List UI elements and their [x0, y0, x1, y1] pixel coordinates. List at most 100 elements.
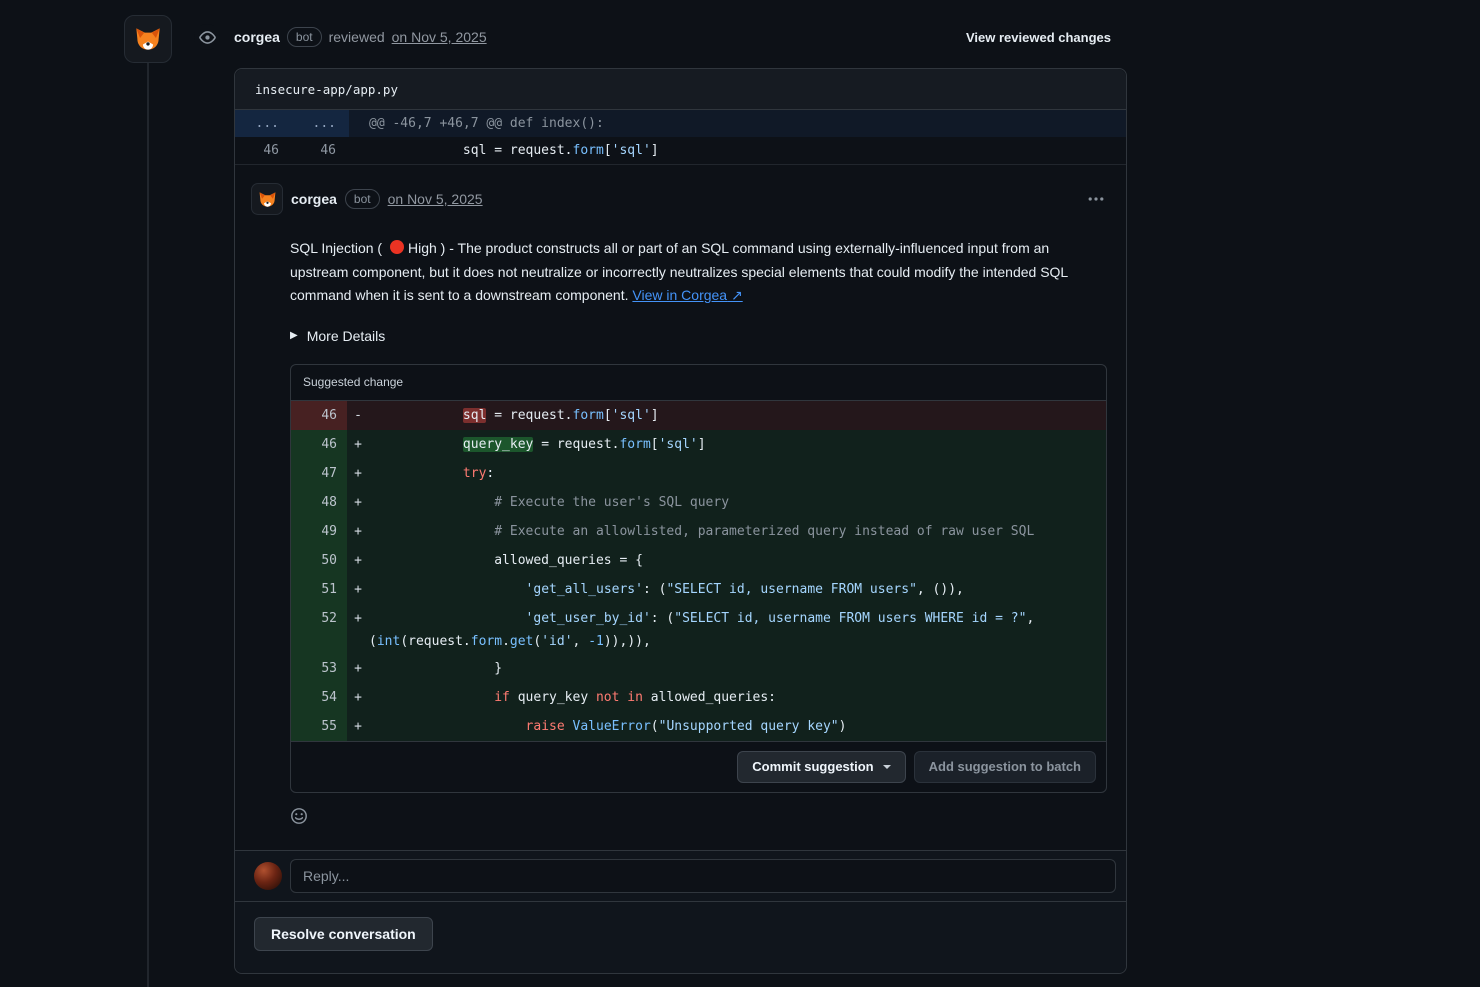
- code-token: not: [596, 690, 619, 705]
- external-link-arrow-icon: ↗: [731, 287, 743, 303]
- code-token: [369, 690, 494, 705]
- diff-sign: +: [347, 517, 369, 546]
- pr-review-thread: corgea bot reviewed on Nov 5, 2025 View …: [0, 0, 1480, 987]
- suggestion-line-46: 46+ query_key = request.form['sql']: [291, 430, 1106, 459]
- comment-header: corgea bot on Nov 5, 2025: [235, 183, 1126, 215]
- code-token: allowed_queries:: [643, 690, 776, 705]
- suggestion-line-number: 51: [291, 575, 347, 604]
- suggestion-code: try:: [369, 459, 1106, 488]
- old-line-number: ...: [235, 110, 292, 137]
- diff-sign: +: [347, 459, 369, 488]
- finding-title: SQL Injection (: [290, 240, 386, 256]
- suggestion-code: if query_key not in allowed_queries:: [369, 683, 1106, 712]
- suggestion-code: allowed_queries = {: [369, 546, 1106, 575]
- review-header: corgea bot reviewed on Nov 5, 2025: [234, 27, 487, 47]
- code-token: 'sql': [612, 143, 651, 158]
- code-token: [: [604, 408, 612, 423]
- diff-sign: -: [347, 401, 369, 430]
- old-line-number[interactable]: 46: [235, 137, 292, 164]
- code-token: , ()),: [917, 582, 964, 597]
- comment-author-avatar[interactable]: [251, 183, 283, 215]
- diff-sign: +: [347, 683, 369, 712]
- suggested-change-panel: Suggested change 46- sql = request.form[…: [290, 364, 1107, 793]
- reply-input[interactable]: [290, 859, 1116, 893]
- code-token: : (: [643, 582, 666, 597]
- suggestion-line-number: 55: [291, 712, 347, 741]
- comment-date-link[interactable]: on Nov 5, 2025: [388, 191, 483, 207]
- new-line-number[interactable]: 46: [292, 137, 349, 164]
- code-token: "SELECT id, username FROM users": [666, 582, 916, 597]
- suggestion-line-number: 53: [291, 654, 347, 683]
- diff-line-row: 4646 sql = request.form['sql']: [235, 137, 1126, 164]
- code-token: sql: [463, 408, 486, 423]
- code-token: ]: [651, 143, 659, 158]
- view-in-corgea-label: View in Corgea: [632, 287, 727, 303]
- code-token: 'get_user_by_id': [526, 611, 651, 626]
- diff-sign: +: [347, 488, 369, 517]
- code-token: form: [471, 634, 502, 649]
- suggestion-line-number: 46: [291, 401, 347, 430]
- eye-icon: [194, 24, 220, 50]
- resolve-conversation-button[interactable]: Resolve conversation: [254, 917, 433, 951]
- suggestion-line-number: [291, 633, 347, 654]
- code-token: "SELECT id, username FROM users WHERE id…: [674, 611, 1026, 626]
- code-token: form: [573, 408, 604, 423]
- suggestion-line-number: 47: [291, 459, 347, 488]
- suggestion-code: 'get_user_by_id': ("SELECT id, username …: [369, 604, 1106, 633]
- review-action-text: reviewed: [329, 29, 385, 45]
- diff-sign: [347, 633, 369, 654]
- code-token: [369, 466, 463, 481]
- emoji-reaction-button[interactable]: [290, 807, 308, 828]
- comment-author-name[interactable]: corgea: [291, 191, 337, 207]
- commit-suggestion-label: Commit suggestion: [752, 759, 873, 774]
- code-token: -1: [588, 634, 604, 649]
- code-token: ): [839, 719, 847, 734]
- suggestion-line-number: 50: [291, 546, 347, 575]
- suggestion-line-54: 54+ if query_key not in allowed_queries:: [291, 683, 1106, 712]
- view-in-corgea-link[interactable]: View in Corgea ↗: [632, 287, 742, 303]
- code-token: ]: [651, 408, 659, 423]
- diff-sign: +: [347, 546, 369, 575]
- review-card: insecure-app/app.py ......@@ -46,7 +46,7…: [234, 68, 1127, 974]
- reviewer-name[interactable]: corgea: [234, 29, 280, 45]
- suggestion-code: 'get_all_users': ("SELECT id, username F…: [369, 575, 1106, 604]
- resolve-section: Resolve conversation: [235, 901, 1126, 973]
- code-token: 'sql': [659, 437, 698, 452]
- code-token: allowed_queries = {: [369, 553, 643, 568]
- commit-suggestion-button[interactable]: Commit suggestion: [737, 751, 905, 783]
- code-token: ValueError: [573, 719, 651, 734]
- view-reviewed-changes-link[interactable]: View reviewed changes: [966, 30, 1111, 45]
- code-token: [369, 408, 463, 423]
- code-token: 'sql': [612, 408, 651, 423]
- code-token: 'id': [541, 634, 572, 649]
- suggestion-code: # Execute an allowlisted, parameterized …: [369, 517, 1106, 546]
- code-token: form: [619, 437, 650, 452]
- code-token: [565, 719, 573, 734]
- add-suggestion-to-batch-button[interactable]: Add suggestion to batch: [914, 751, 1096, 783]
- code-token: # Execute the user's SQL query: [494, 495, 729, 510]
- dropdown-caret-icon: [883, 765, 891, 769]
- code-token: [369, 719, 526, 734]
- new-line-number: ...: [292, 110, 349, 137]
- reviewer-avatar[interactable]: [124, 15, 172, 63]
- suggestion-diff: 46- sql = request.form['sql']46+ query_k…: [291, 401, 1106, 741]
- code-token: query_key: [463, 437, 533, 452]
- smiley-icon: [290, 807, 308, 825]
- current-user-avatar: [254, 862, 282, 890]
- diff-sign: +: [347, 654, 369, 683]
- suggestion-line-number: 48: [291, 488, 347, 517]
- file-path[interactable]: insecure-app/app.py: [255, 82, 398, 97]
- corgea-fox-logo-icon: [131, 22, 165, 56]
- comment-body: SQL Injection ( High ) - The product con…: [290, 237, 1085, 308]
- code-token: (: [369, 634, 377, 649]
- code-token: [369, 437, 463, 452]
- code-token: : (: [651, 611, 674, 626]
- review-date-link[interactable]: on Nov 5, 2025: [392, 29, 487, 45]
- suggestion-code: query_key = request.form['sql']: [369, 430, 1106, 459]
- more-details-toggle[interactable]: ▶ More Details: [290, 328, 385, 344]
- diff-sign: +: [347, 430, 369, 459]
- code-token: [369, 495, 494, 510]
- diff-code: sql = request.form['sql']: [349, 137, 1126, 164]
- kebab-menu-icon[interactable]: [1088, 191, 1104, 207]
- code-token: 'get_all_users': [526, 582, 643, 597]
